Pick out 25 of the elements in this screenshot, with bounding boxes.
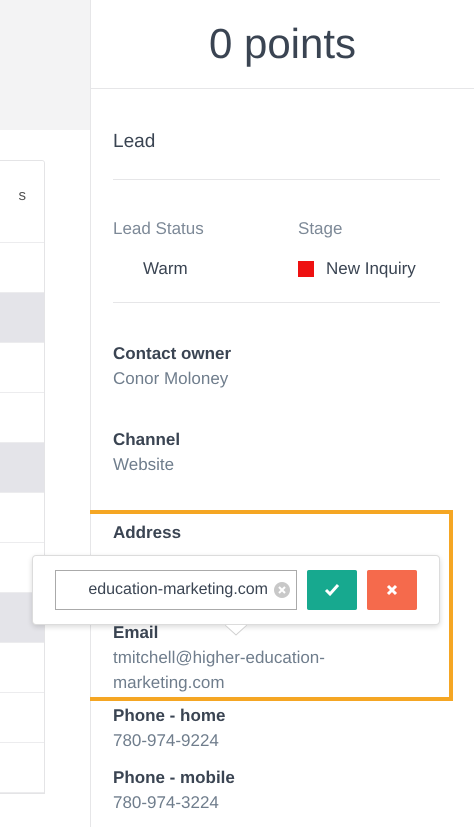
field-value: New Inquiry (326, 258, 416, 280)
field-label: Address (113, 522, 182, 544)
field-value: Warm (142, 258, 189, 280)
field-value: 780-974-3224 (113, 792, 219, 814)
input-field[interactable]: education-marketing.com (55, 570, 297, 610)
field-value: Conor Moloney (113, 368, 228, 390)
card-heading: s (18, 187, 26, 204)
close-icon (386, 584, 398, 596)
field-label: Stage (298, 218, 344, 240)
check-icon (324, 583, 340, 597)
field-label: Email (113, 622, 158, 644)
field-label: Contact owner (113, 343, 232, 365)
score-heading: 0 points (91, 0, 474, 89)
field-label: Phone - mobile (113, 767, 235, 789)
field-label: Lead Status (113, 218, 205, 240)
dialog-pointer (225, 624, 247, 636)
clear-icon[interactable] (273, 581, 291, 599)
field-value: Website (113, 454, 174, 476)
section-title: Lead (113, 89, 440, 180)
field-value: tmitchell@higher-education-marketing.com (113, 647, 326, 694)
confirm-button[interactable] (307, 570, 357, 610)
field-value: 780-974-9224 (113, 730, 219, 752)
cancel-button[interactable] (367, 570, 417, 610)
field-label: Channel (113, 429, 180, 451)
field-label: Phone - home (113, 705, 226, 727)
